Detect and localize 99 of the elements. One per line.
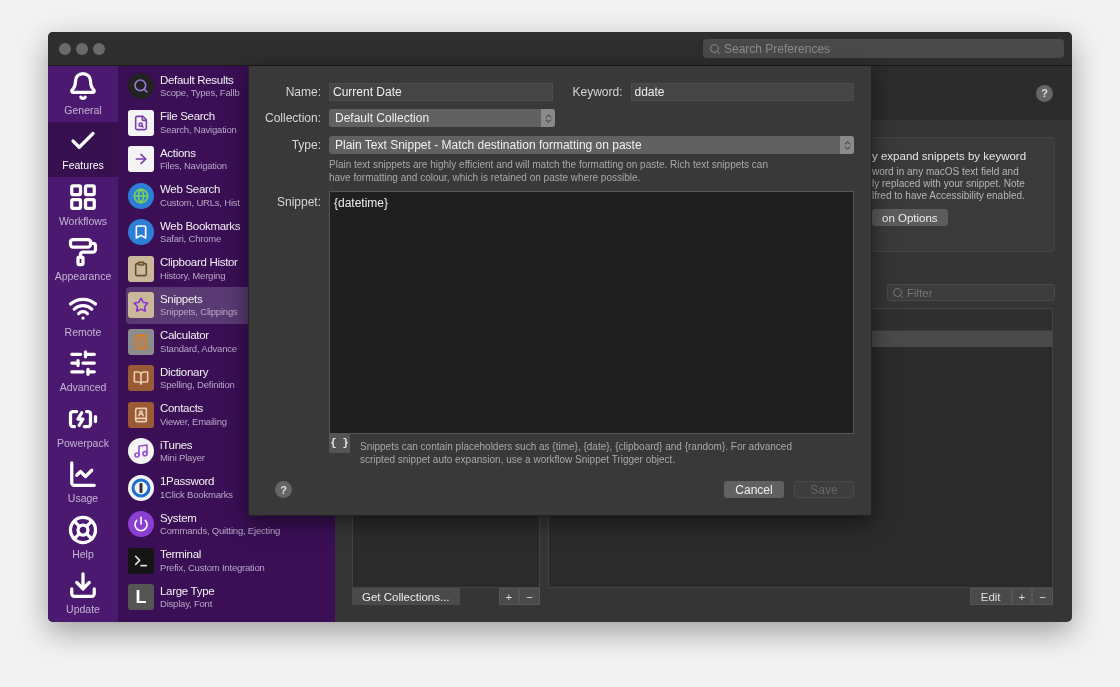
- feature-title: Calculator: [160, 329, 210, 343]
- card-text: ly replaced with your snippet. Note: [872, 178, 1025, 190]
- feature-title: Snippets: [160, 292, 204, 307]
- terminal-icon: [128, 547, 154, 574]
- feature-subtitle: Snippets, Clippings: [160, 306, 238, 318]
- feature-title: iTunes: [160, 438, 194, 453]
- placeholder-button[interactable]: { }: [329, 434, 350, 453]
- search-icon: [709, 43, 721, 55]
- get-collections-button[interactable]: Get Collections...: [352, 588, 460, 605]
- feature-subtitle: Standard, Advance: [160, 342, 237, 355]
- feature-subtitle: Files, Navigation: [160, 160, 227, 172]
- feature-item[interactable]: System Commands, Quitting, Ejecting: [126, 506, 327, 543]
- feature-subtitle: History, Merging: [160, 269, 227, 282]
- field-label: Keyword:: [571, 85, 623, 99]
- calculator-icon: [128, 328, 154, 355]
- clipboard-icon: [128, 255, 154, 282]
- nav-tab[interactable]: Features: [48, 121, 118, 177]
- feature-subtitle: Viewer, Emailing: [160, 415, 227, 428]
- zoom-button[interactable]: [93, 42, 105, 55]
- feature-item[interactable]: L Large Type Display, Font: [126, 579, 327, 616]
- edit-button[interactable]: Edit: [969, 588, 1012, 605]
- card-title: y expand snippets by keyword: [872, 150, 1027, 162]
- keyhole-icon: [128, 474, 154, 501]
- file-search-icon: [128, 109, 154, 136]
- help-text: Plain text snippets are highly efficient and will match the formatting on paste. Rich text snippets can have formatting and colour, which is retained on paste where possible.: [329, 159, 769, 184]
- feature-title: System: [160, 511, 198, 526]
- download-icon: [68, 570, 98, 600]
- nav-tab[interactable]: Update: [48, 565, 118, 621]
- feature-title: Large Type: [160, 584, 215, 599]
- feature-title: File Search: [160, 110, 216, 124]
- feature-subtitle: Spelling, Definition: [160, 379, 235, 391]
- field-label: Type:: [290, 138, 321, 152]
- minimize-button[interactable]: [76, 42, 88, 55]
- nav-tab[interactable]: Remote: [48, 288, 118, 344]
- field-label: Snippet:: [275, 195, 321, 209]
- power-icon: [128, 511, 154, 538]
- feature-item[interactable]: Terminal Prefix, Custom Integration: [126, 542, 327, 579]
- options-button[interactable]: on Options: [872, 209, 948, 226]
- help-text: Snippets can contain placeholders such as {time}, {date}, {clipboard} and {random}. For advanced scripted snippet auto expansion, use a workflow Snippet Trigger object.: [360, 441, 793, 466]
- remove-button[interactable]: −: [1032, 588, 1053, 605]
- help-button[interactable]: ?: [275, 481, 292, 498]
- grid-icon: [68, 181, 98, 212]
- address-book-icon: [128, 401, 154, 428]
- cancel-button[interactable]: Cancel: [724, 481, 784, 498]
- bell-icon: [68, 70, 98, 101]
- nav-tab[interactable]: Advanced: [48, 343, 118, 399]
- line-chart-icon: [68, 459, 98, 489]
- feature-subtitle: Custom, URLs, Hist: [160, 196, 240, 209]
- feature-title: Web Search: [160, 183, 222, 197]
- paint-roller-icon: [68, 237, 98, 267]
- globe-icon: [128, 182, 154, 209]
- feature-title: Web Bookmarks: [160, 219, 241, 234]
- name-field[interactable]: Current Date: [329, 83, 553, 101]
- snippet-editor[interactable]: {datetime}: [329, 191, 854, 434]
- letter-tile: L: [128, 584, 154, 611]
- field-label: Collection:: [263, 111, 321, 125]
- book-icon: [128, 365, 154, 392]
- feature-title: Clipboard Histor: [160, 256, 238, 270]
- filter-field[interactable]: Filter: [887, 284, 1055, 301]
- feature-subtitle: Safari, Chrome: [160, 233, 223, 245]
- feature-title: Dictionary: [160, 365, 210, 380]
- music-note-icon: [128, 438, 154, 465]
- feature-subtitle: Commands, Quitting, Ejecting: [160, 525, 281, 537]
- type-dropdown[interactable]: Plain Text Snippet - Match destination formatting on paste: [329, 136, 854, 154]
- collection-dropdown[interactable]: Default Collection: [329, 109, 555, 127]
- nav-tab[interactable]: Powerpack: [48, 399, 118, 455]
- lifebuoy-icon: [68, 514, 98, 545]
- nav-tab[interactable]: Usage: [48, 454, 118, 510]
- bookmark-icon: [128, 219, 154, 246]
- feature-title: Contacts: [160, 402, 204, 416]
- card-text: word in any macOS text field and: [872, 166, 1019, 178]
- feature-title: Terminal: [160, 548, 203, 562]
- feature-title: 1Password: [160, 475, 216, 489]
- sliders-icon: [68, 348, 98, 378]
- nav-tab[interactable]: Workflows: [48, 177, 118, 233]
- add-button[interactable]: +: [1011, 588, 1033, 605]
- close-button[interactable]: [59, 42, 71, 55]
- help-button[interactable]: ?: [1036, 84, 1053, 102]
- add-button[interactable]: +: [498, 588, 520, 605]
- feature-subtitle: 1Click Bookmarks: [160, 488, 233, 501]
- search-field[interactable]: Search Preferences: [703, 39, 1064, 58]
- nav-tab[interactable]: Appearance: [48, 232, 118, 288]
- magnifier-icon: [128, 73, 154, 100]
- nav-tab[interactable]: General: [48, 66, 118, 122]
- nav-tab[interactable]: Help: [48, 510, 118, 566]
- remove-button[interactable]: −: [519, 588, 540, 605]
- feature-subtitle: Prefix, Custom Integration: [160, 561, 265, 574]
- feature-title: Default Results: [160, 73, 235, 88]
- stepper-icon: [541, 109, 555, 127]
- keyword-field[interactable]: ddate: [630, 83, 854, 101]
- card-text: lfred to have Accessibility enabled.: [872, 190, 1025, 202]
- search-icon: [892, 287, 904, 299]
- stepper-icon: [840, 136, 854, 154]
- feature-subtitle: Search, Navigation: [160, 123, 237, 136]
- field-label: Name:: [284, 85, 321, 99]
- feature-title: Actions: [160, 146, 197, 161]
- feature-subtitle: Display, Font: [160, 598, 214, 610]
- feature-subtitle: Mini Player: [160, 452, 205, 464]
- feature-subtitle: Scope, Types, Fallb: [160, 87, 240, 99]
